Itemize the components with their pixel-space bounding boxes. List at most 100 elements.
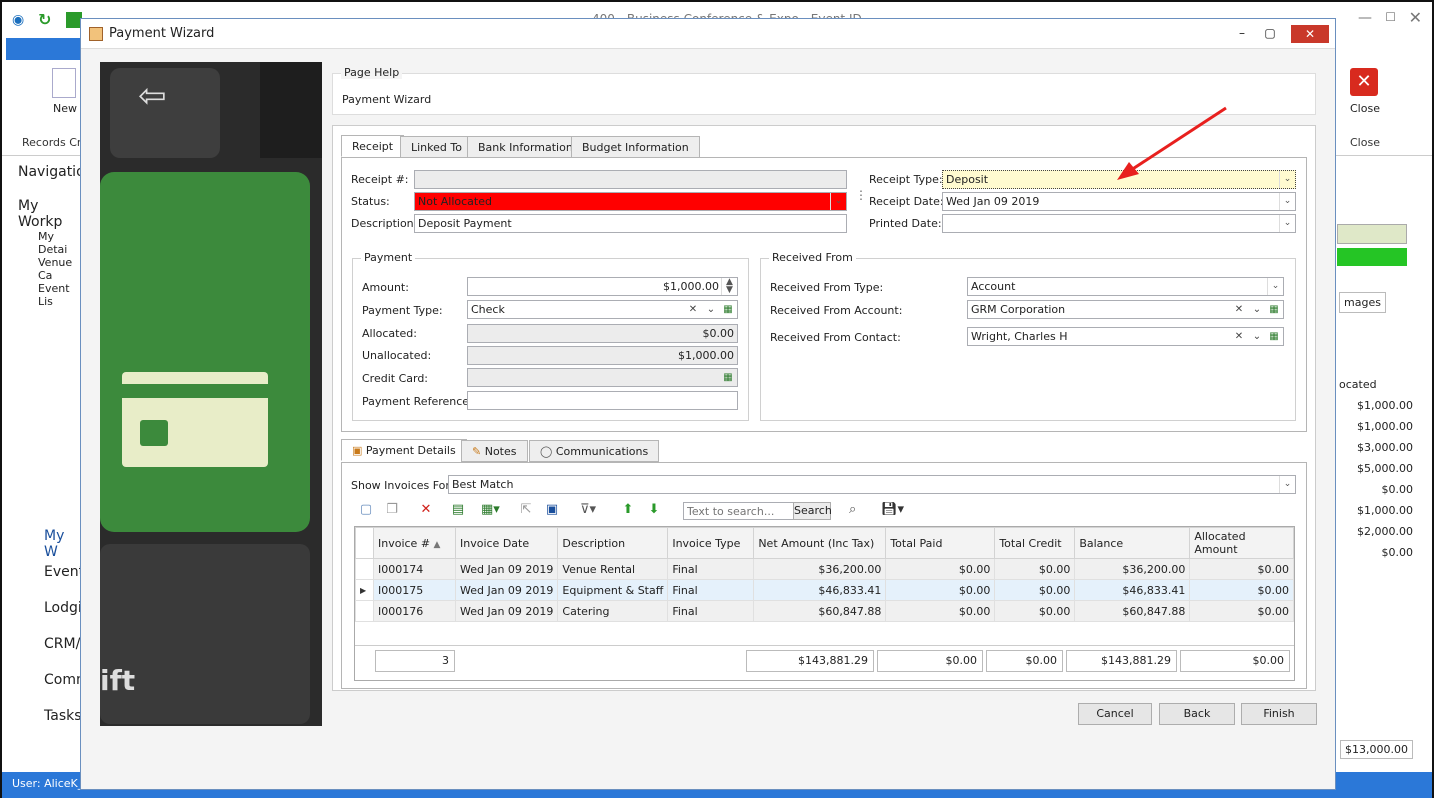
- table-cell[interactable]: $0.00: [1189, 600, 1294, 622]
- receipt-date-field[interactable]: Wed Jan 09 2019 ⌄: [942, 192, 1296, 211]
- row-indicator[interactable]: ▶: [355, 579, 374, 601]
- nav-item-my-details[interactable]: My Detai: [38, 230, 81, 256]
- printed-date-field[interactable]: ⌄: [942, 214, 1296, 233]
- column-header[interactable]: Description: [557, 527, 669, 559]
- new-button[interactable]: New: [53, 102, 77, 115]
- dialog-minimize-icon[interactable]: –: [1229, 24, 1255, 42]
- column-header[interactable]: Balance: [1074, 527, 1191, 559]
- received-from-account-field[interactable]: GRM Corporation ✕ ⌄ ▦: [967, 300, 1284, 319]
- tab-payment-details[interactable]: ▣ Payment Details: [341, 439, 467, 461]
- bottom-nav-events[interactable]: Event: [44, 564, 84, 580]
- description-field[interactable]: Deposit Payment: [414, 214, 847, 233]
- tab-receipt[interactable]: Receipt: [341, 135, 405, 157]
- splitter-handle-icon[interactable]: ⋮: [855, 189, 867, 201]
- chevron-down-icon[interactable]: ⌄: [1249, 302, 1265, 318]
- lookup-icon[interactable]: ▦: [720, 370, 736, 386]
- nav-item-event-list[interactable]: Event Lis: [38, 282, 81, 308]
- clear-icon[interactable]: ✕: [685, 302, 701, 318]
- dialog-close-icon[interactable]: ✕: [1291, 25, 1329, 43]
- minimize-icon[interactable]: —: [1358, 10, 1372, 26]
- move-down-icon[interactable]: ⬇: [645, 501, 663, 519]
- tab-linked-to[interactable]: Linked To: [400, 136, 473, 158]
- show-invoices-field[interactable]: Best Match ⌄: [448, 475, 1296, 494]
- maximize-icon[interactable]: ☐: [1385, 10, 1396, 24]
- finish-button[interactable]: Finish: [1241, 703, 1317, 725]
- column-header[interactable]: Total Credit: [994, 527, 1076, 559]
- chevron-down-icon[interactable]: ⌄: [1249, 329, 1265, 345]
- cancel-button[interactable]: Cancel: [1078, 703, 1152, 725]
- column-header[interactable]: Invoice Date: [454, 527, 559, 559]
- credit-card-field[interactable]: ▦: [467, 368, 738, 387]
- received-from-type-field[interactable]: Account ⌄: [967, 277, 1284, 296]
- lookup-icon[interactable]: ▦: [1266, 329, 1282, 345]
- columns-icon[interactable]: ▦▾: [481, 501, 500, 519]
- row-indicator[interactable]: [355, 558, 374, 580]
- copy-icon[interactable]: ❐: [383, 501, 401, 519]
- nav-item-venue[interactable]: Venue Ca: [38, 256, 81, 282]
- new-icon[interactable]: ▢: [357, 501, 375, 519]
- report-icon[interactable]: ▣: [543, 501, 561, 519]
- bottom-nav-my-workspace[interactable]: My W: [44, 528, 81, 560]
- table-cell[interactable]: $0.00: [1189, 558, 1294, 580]
- column-header[interactable]: Invoice # ▲: [373, 527, 456, 559]
- row-indicator[interactable]: [355, 600, 374, 622]
- refresh-icon[interactable]: ↻: [38, 10, 51, 29]
- tab-communications[interactable]: ◯ Communications: [529, 440, 660, 462]
- clear-icon[interactable]: ✕: [1231, 302, 1247, 318]
- export-icon[interactable]: ⇱: [517, 501, 535, 519]
- payment-reference-field[interactable]: [467, 391, 738, 410]
- new-document-icon[interactable]: [52, 68, 76, 98]
- receipt-number-field[interactable]: [414, 170, 847, 189]
- back-button[interactable]: Back: [1159, 703, 1235, 725]
- table-row[interactable]: I000176 Wed Jan 09 2019 Catering Final $…: [355, 600, 1294, 622]
- close-button[interactable]: Close: [1350, 102, 1380, 115]
- chevron-down-icon[interactable]: ⌄: [830, 193, 846, 210]
- amount-label: Amount:: [362, 281, 409, 294]
- payment-type-field[interactable]: Check ✕ ⌄ ▦: [467, 300, 738, 319]
- column-header[interactable]: Allocated Amount: [1189, 527, 1294, 559]
- chevron-down-icon[interactable]: ⌄: [1279, 193, 1295, 210]
- save-layout-icon[interactable]: 💾︎▾: [881, 502, 904, 517]
- column-header[interactable]: Net Amount (Inc Tax): [753, 527, 887, 559]
- tab-notes[interactable]: ✎ Notes: [461, 440, 528, 462]
- delete-icon[interactable]: ✕: [417, 501, 435, 519]
- dialog-maximize-icon[interactable]: ▢: [1257, 24, 1283, 42]
- right-tab[interactable]: mages: [1339, 292, 1386, 313]
- filter-icon[interactable]: ⊽▾: [579, 501, 597, 519]
- status-field[interactable]: Not Allocated ⌄: [414, 192, 847, 211]
- key-shadow: [260, 62, 322, 158]
- lookup-icon[interactable]: ▦: [720, 302, 736, 318]
- printed-date-label: Printed Date:: [869, 217, 942, 230]
- grid-view-icon[interactable]: ▤: [449, 501, 467, 519]
- chevron-down-icon[interactable]: ⌄: [1279, 171, 1295, 188]
- table-cell[interactable]: $0.00: [1189, 579, 1294, 601]
- right-input[interactable]: [1337, 224, 1407, 244]
- chevron-down-icon[interactable]: ⌄: [1279, 215, 1295, 232]
- file-tab[interactable]: [6, 38, 86, 60]
- lookup-icon[interactable]: ▦: [1266, 302, 1282, 318]
- column-header[interactable]: Total Paid: [885, 527, 996, 559]
- spin-buttons-icon[interactable]: ▲ ▼: [721, 278, 737, 295]
- table-row[interactable]: I000174 Wed Jan 09 2019 Venue Rental Fin…: [355, 558, 1294, 580]
- bottom-nav-tasks[interactable]: Tasks: [44, 708, 82, 724]
- amount-field[interactable]: $1,000.00 ▲ ▼: [467, 277, 738, 296]
- chevron-down-icon[interactable]: ⌄: [1279, 476, 1295, 493]
- footer-balance: $143,881.29: [1066, 650, 1177, 672]
- grid-search-input[interactable]: [683, 502, 795, 520]
- column-header[interactable]: Invoice Type: [667, 527, 755, 559]
- close-record-icon[interactable]: ✕: [1350, 68, 1378, 96]
- table-row-selected[interactable]: ▶ I000175 Wed Jan 09 2019 Equipment & St…: [355, 579, 1294, 601]
- search-button[interactable]: Search: [793, 502, 832, 520]
- tab-bank-information[interactable]: Bank Information: [467, 136, 584, 158]
- chevron-down-icon[interactable]: ⌄: [703, 302, 719, 318]
- move-up-icon[interactable]: ⬆: [619, 501, 637, 519]
- unallocated-label: Unallocated:: [362, 349, 432, 362]
- received-from-contact-field[interactable]: Wright, Charles H ✕ ⌄ ▦: [967, 327, 1284, 346]
- find-icon[interactable]: ⌕: [849, 502, 856, 517]
- clear-icon[interactable]: ✕: [1231, 329, 1247, 345]
- show-invoices-label: Show Invoices For:: [351, 479, 454, 492]
- tab-budget-information[interactable]: Budget Information: [571, 136, 700, 158]
- close-icon[interactable]: ✕: [1409, 8, 1422, 27]
- card-stripe: [122, 384, 268, 398]
- chevron-down-icon[interactable]: ⌄: [1267, 278, 1283, 295]
